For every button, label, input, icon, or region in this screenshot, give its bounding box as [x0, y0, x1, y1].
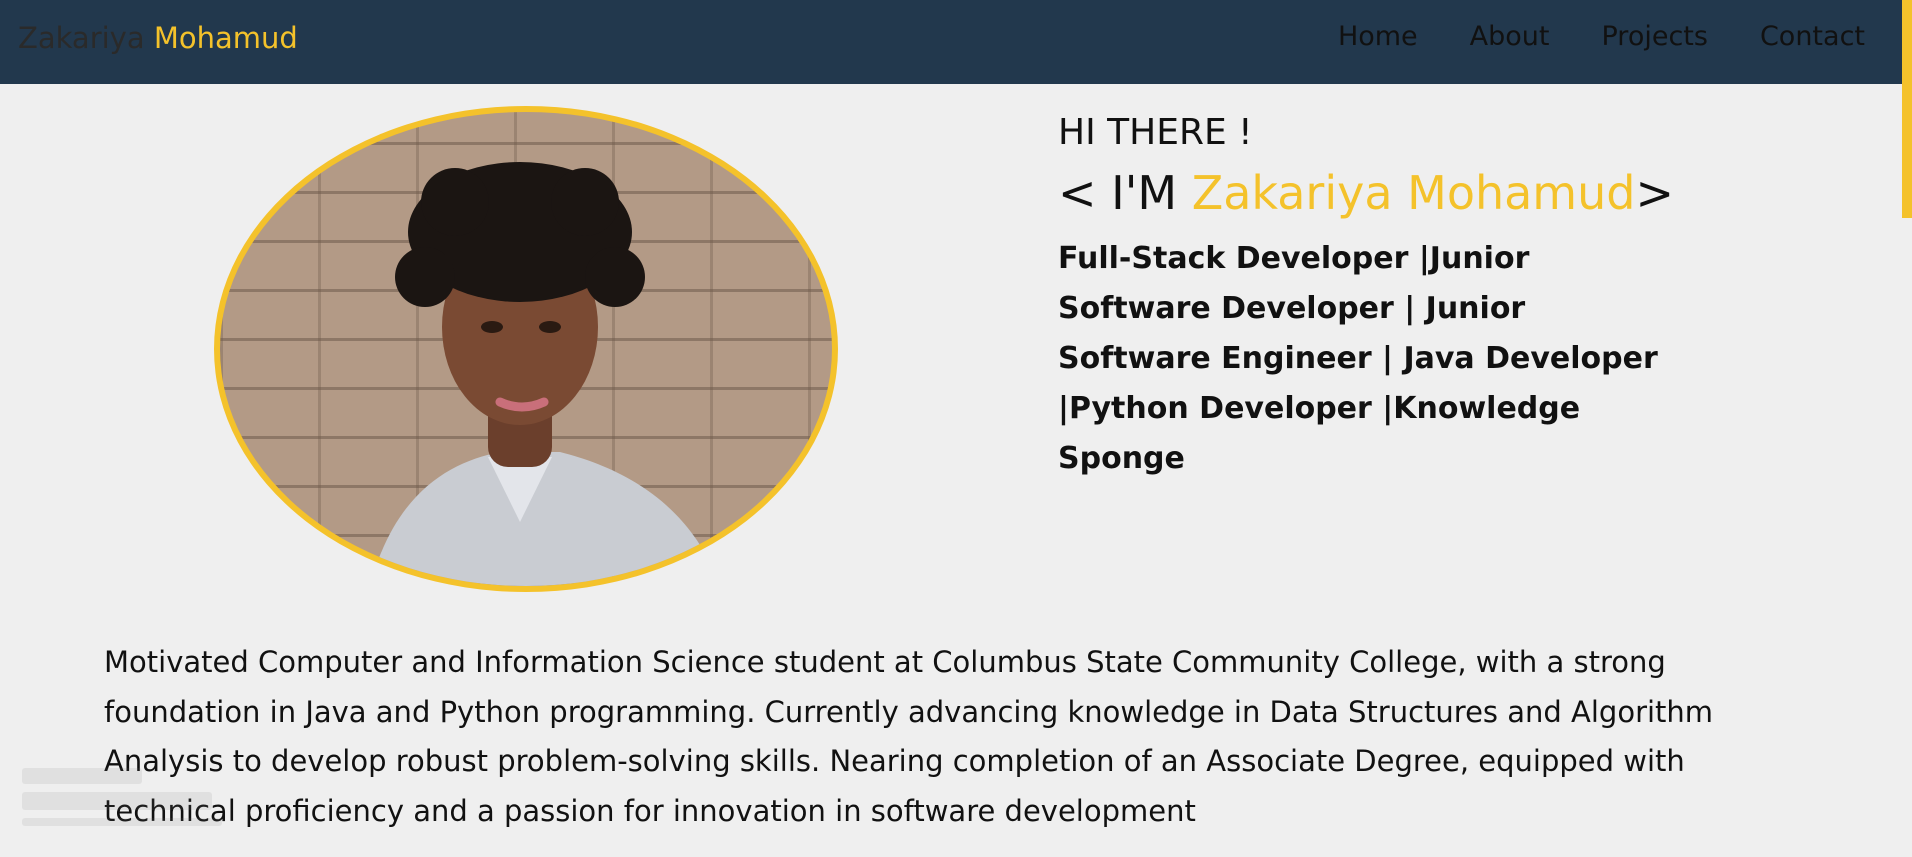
profile-photo-illustration — [370, 162, 720, 586]
nav-contact-link[interactable]: Contact — [1760, 17, 1865, 57]
scrollbar-thumb[interactable] — [1902, 0, 1912, 218]
name-heading: < I'M Zakariya Mohamud> — [1058, 162, 1678, 224]
brand-last-name: Mohamud — [153, 21, 298, 55]
navbar: Zakariya Mohamud Home About Projects Con… — [0, 0, 1912, 84]
watermark-graphic — [22, 768, 232, 848]
greeting-heading: HI THERE ! — [1058, 112, 1253, 153]
roles-text: Full-Stack Developer |Junior Software De… — [1058, 241, 1658, 476]
name-highlight: Zakariya Mohamud — [1191, 166, 1636, 220]
brand-first-name: Zakariya — [18, 21, 145, 55]
intro-section: HI THERE ! < I'M Zakariya Mohamud> Full-… — [1058, 108, 1678, 484]
profile-photo — [214, 106, 838, 592]
name-suffix: > — [1635, 166, 1675, 220]
nav-about-link[interactable]: About — [1470, 17, 1550, 57]
brand-logo[interactable]: Zakariya Mohamud — [18, 18, 298, 58]
nav-links: Home About Projects Contact — [1338, 17, 1865, 57]
about-bio: Motivated Computer and Information Scien… — [104, 645, 1714, 828]
nav-projects-link[interactable]: Projects — [1602, 17, 1708, 57]
nav-home-link[interactable]: Home — [1338, 17, 1418, 57]
name-prefix: < I'M — [1058, 166, 1192, 220]
